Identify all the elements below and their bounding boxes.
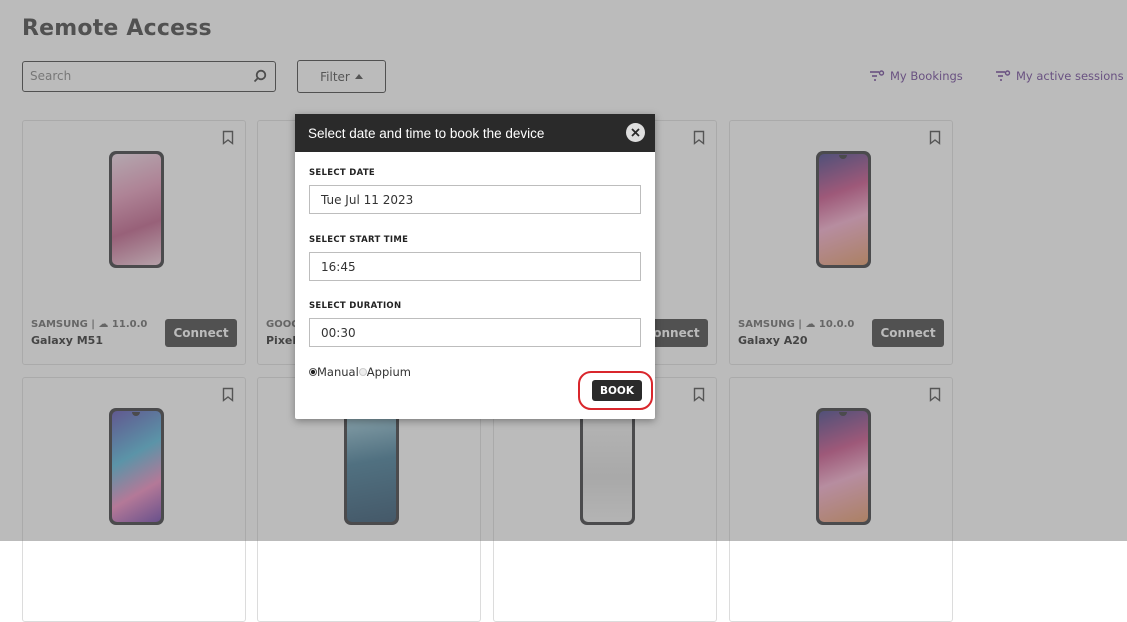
manual-radio[interactable]: [309, 368, 317, 376]
duration-field[interactable]: 00:30: [309, 318, 641, 347]
date-field[interactable]: Tue Jul 11 2023: [309, 185, 641, 214]
close-button[interactable]: [626, 123, 645, 142]
appium-radio-label[interactable]: Appium: [367, 365, 411, 379]
close-icon: [631, 128, 640, 137]
start-time-field[interactable]: 16:45: [309, 252, 641, 281]
date-label: SELECT DATE: [309, 168, 376, 178]
start-time-label: SELECT START TIME: [309, 235, 409, 245]
mode-radio-group: Manual Appium: [309, 365, 411, 379]
dialog-header: Select date and time to book the device: [295, 114, 655, 152]
highlight-circle: [578, 371, 653, 410]
manual-radio-label[interactable]: Manual: [317, 365, 359, 379]
appium-radio[interactable]: [358, 368, 367, 376]
dialog-title: Select date and time to book the device: [308, 125, 545, 141]
duration-label: SELECT DURATION: [309, 301, 402, 311]
